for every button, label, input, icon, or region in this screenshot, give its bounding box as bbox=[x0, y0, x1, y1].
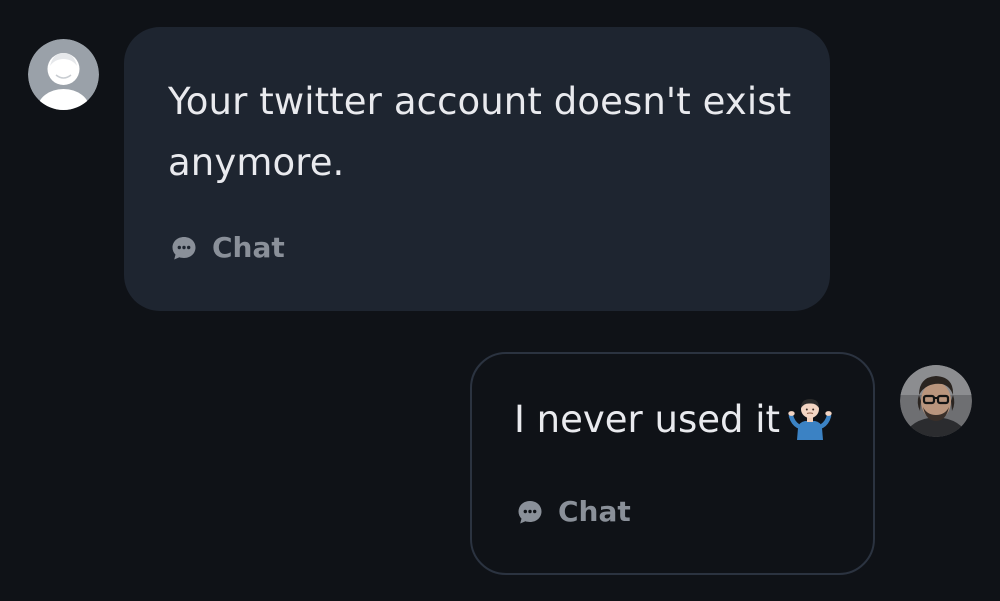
incoming-message-bubble[interactable]: Your twitter account doesn't exist anymo… bbox=[124, 27, 830, 311]
my-avatar[interactable] bbox=[900, 365, 972, 437]
chat-action[interactable]: Chat bbox=[516, 495, 631, 529]
sender-avatar[interactable] bbox=[28, 39, 99, 110]
scroll-fragment bbox=[468, 0, 488, 2]
outgoing-message-bubble[interactable]: I never used it Chat bbox=[470, 352, 875, 575]
chat-bubble-icon bbox=[170, 234, 198, 262]
person-shrugging-emoji bbox=[788, 396, 832, 454]
message-text: I never used it bbox=[514, 398, 781, 441]
chat-action-label: Chat bbox=[558, 495, 631, 528]
conversation-view: Your twitter account doesn't exist anymo… bbox=[0, 0, 1000, 601]
chat-action[interactable]: Chat bbox=[170, 231, 285, 265]
message-text-row: I never used it bbox=[514, 394, 832, 454]
default-user-avatar-icon bbox=[28, 39, 99, 110]
message-text: Your twitter account doesn't exist anymo… bbox=[168, 80, 792, 184]
chat-bubble-icon bbox=[516, 498, 544, 526]
user-photo-avatar-icon bbox=[900, 365, 972, 437]
chat-action-label: Chat bbox=[212, 231, 285, 264]
